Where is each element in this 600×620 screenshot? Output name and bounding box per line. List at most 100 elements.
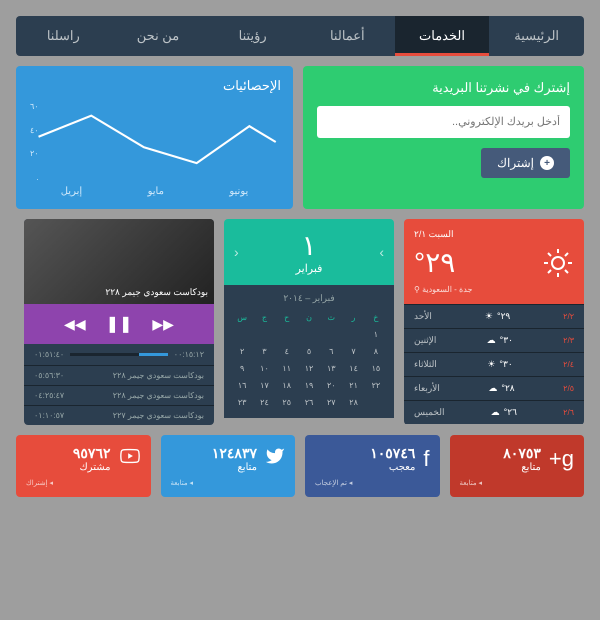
- calendar-cell[interactable]: ٥: [299, 344, 319, 359]
- calendar-cell[interactable]: ٣: [254, 344, 274, 359]
- calendar-cell[interactable]: ١١: [277, 361, 297, 376]
- nav-vision[interactable]: رؤيتنا: [205, 16, 300, 56]
- time-current: ٠١:٥١:٤٠: [34, 350, 64, 359]
- calendar-cell[interactable]: [232, 327, 252, 342]
- calendar-dow: ر: [343, 310, 363, 325]
- yt-action[interactable]: ◂ إشتراك: [26, 479, 141, 487]
- social-facebook[interactable]: f ١٠٥٧٤٦معجب ◂ تم الإعجاب: [305, 435, 440, 497]
- fb-count: ١٠٥٧٤٦: [370, 445, 415, 462]
- calendar-dow: ج: [254, 310, 274, 325]
- gplus-action[interactable]: ◂ متابعة: [460, 479, 575, 487]
- now-playing-title: بودكاست سعودي جيمر ٢٢٨: [105, 287, 208, 298]
- social-youtube[interactable]: ٩٥٧٦٢مشترك ◂ إشتراك: [16, 435, 151, 497]
- sun-icon: [542, 247, 574, 279]
- calendar-cell[interactable]: ١٢: [299, 361, 319, 376]
- ytick: .: [30, 173, 39, 182]
- yt-count: ٩٥٧٦٢: [73, 445, 111, 462]
- chart-label: مايو: [148, 186, 164, 197]
- calendar-cell[interactable]: ٢٦: [299, 395, 319, 410]
- calendar-cell[interactable]: ٢٧: [321, 395, 341, 410]
- calendar-cell[interactable]: ٢٢: [366, 378, 386, 393]
- calendar-cell[interactable]: ١٤: [343, 361, 363, 376]
- weather-temp: ٢٩°: [414, 246, 455, 279]
- pause-button[interactable]: ❚❚: [106, 314, 133, 334]
- calendar-cell[interactable]: [343, 327, 363, 342]
- twitter-icon: [265, 446, 285, 472]
- playlist-item[interactable]: بودكاست سعودي جيمر ٢٢٨٠٤:٢٥:٤٧: [24, 385, 214, 405]
- calendar-cell[interactable]: ٢٠: [321, 378, 341, 393]
- youtube-icon: [119, 445, 141, 473]
- calendar-cell[interactable]: ٢١: [343, 378, 363, 393]
- gplus-icon: g+: [549, 446, 574, 472]
- calendar-cell[interactable]: [254, 327, 274, 342]
- tw-label: متابع: [212, 462, 257, 473]
- nav-about[interactable]: من نحن: [111, 16, 206, 56]
- calendar-cell[interactable]: [277, 327, 297, 342]
- calendar-cell[interactable]: ٤: [277, 344, 297, 359]
- calendar-cell[interactable]: ١٩: [299, 378, 319, 393]
- time-total: ٠٠:١٥:١٢: [174, 350, 204, 359]
- prev-button[interactable]: ▶▶: [152, 316, 174, 333]
- facebook-icon: f: [423, 446, 429, 472]
- media-player: بودكاست سعودي جيمر ٢٢٨ ▶▶ ❚❚ ◀◀ ٠٠:١٥:١٢…: [24, 219, 214, 425]
- calendar-cell[interactable]: ٨: [366, 344, 386, 359]
- calendar-prev[interactable]: ‹: [234, 244, 239, 260]
- social-twitter[interactable]: ١٢٤٨٣٧متابع ◂ متابعة: [161, 435, 296, 497]
- calendar-cell[interactable]: ١: [366, 327, 386, 342]
- calendar-dow: ن: [299, 310, 319, 325]
- ytick: ٤٠: [30, 126, 39, 135]
- calendar-cell[interactable]: ٦: [321, 344, 341, 359]
- calendar-dow: خ: [366, 310, 386, 325]
- calendar-cell[interactable]: ١٧: [254, 378, 274, 393]
- nav-home[interactable]: الرئيسية: [489, 16, 584, 56]
- nav-services[interactable]: الخدمات: [395, 16, 490, 56]
- next-button[interactable]: ◀◀: [64, 316, 86, 333]
- gplus-count: ٨٠٧٥٣: [503, 445, 541, 462]
- main-nav: الرئيسية الخدمات أعمالنا رؤيتنا من نحن ر…: [16, 16, 584, 56]
- calendar-next[interactable]: ›: [379, 244, 384, 260]
- forecast-row: ٢/٥٢٨° ☁الأربعاء: [404, 376, 584, 400]
- calendar-cell[interactable]: [366, 395, 386, 410]
- newsletter-widget: إشترك في نشرتنا البريدية + إشتراك: [303, 66, 584, 209]
- fb-label: معجب: [370, 462, 415, 473]
- yt-label: مشترك: [73, 462, 111, 473]
- gplus-label: متابع: [503, 462, 541, 473]
- chart-label: يونيو: [229, 186, 248, 197]
- social-gplus[interactable]: g+ ٨٠٧٥٣متابع ◂ متابعة: [450, 435, 585, 497]
- fb-action[interactable]: ◂ تم الإعجاب: [315, 479, 430, 487]
- calendar-day: ١: [234, 229, 384, 262]
- nav-contact[interactable]: راسلنا: [16, 16, 111, 56]
- calendar-cell[interactable]: ٢٨: [343, 395, 363, 410]
- calendar-cell[interactable]: ٩: [232, 361, 252, 376]
- calendar-cell[interactable]: [321, 327, 341, 342]
- calendar-dow: س: [232, 310, 252, 325]
- playlist-item[interactable]: بودكاست سعودي جيمر ٢٢٨٠٥:٥٦:٣٠: [24, 365, 214, 385]
- player-artwork: بودكاست سعودي جيمر ٢٢٨: [24, 219, 214, 304]
- email-field[interactable]: [317, 106, 570, 138]
- nav-works[interactable]: أعمالنا: [300, 16, 395, 56]
- calendar-cell[interactable]: [299, 327, 319, 342]
- calendar-cell[interactable]: ١٣: [321, 361, 341, 376]
- calendar-cell[interactable]: ١٠: [254, 361, 274, 376]
- calendar-cell[interactable]: ١٥: [366, 361, 386, 376]
- line-chart: ٦٠ ٤٠ ٢٠ .: [28, 102, 281, 182]
- forecast-row: ٢/٦٢٦° ☁الخميس: [404, 400, 584, 424]
- calendar-cell[interactable]: ٢٥: [277, 395, 297, 410]
- calendar-dow: ح: [277, 310, 297, 325]
- playlist-item[interactable]: بودكاست سعودي جيمر ٢٢٧٠١:١٠:٥٧: [24, 405, 214, 425]
- calendar-cell[interactable]: ٢٣: [232, 395, 252, 410]
- progress-bar[interactable]: [70, 353, 168, 356]
- calendar-cell[interactable]: ١٦: [232, 378, 252, 393]
- weather-date: السبت ٢/١: [414, 229, 574, 240]
- tw-action[interactable]: ◂ متابعة: [171, 479, 286, 487]
- calendar-cell[interactable]: ٢: [232, 344, 252, 359]
- subscribe-label: إشتراك: [497, 156, 534, 170]
- calendar-header: فبراير – ٢٠١٤: [232, 293, 386, 310]
- calendar-cell[interactable]: ٧: [343, 344, 363, 359]
- plus-icon: +: [540, 156, 554, 170]
- chart-label: إبريل: [61, 186, 82, 197]
- calendar-cell[interactable]: ١٨: [277, 378, 297, 393]
- calendar-dow: ث: [321, 310, 341, 325]
- calendar-cell[interactable]: ٢٤: [254, 395, 274, 410]
- subscribe-button[interactable]: + إشتراك: [481, 148, 570, 178]
